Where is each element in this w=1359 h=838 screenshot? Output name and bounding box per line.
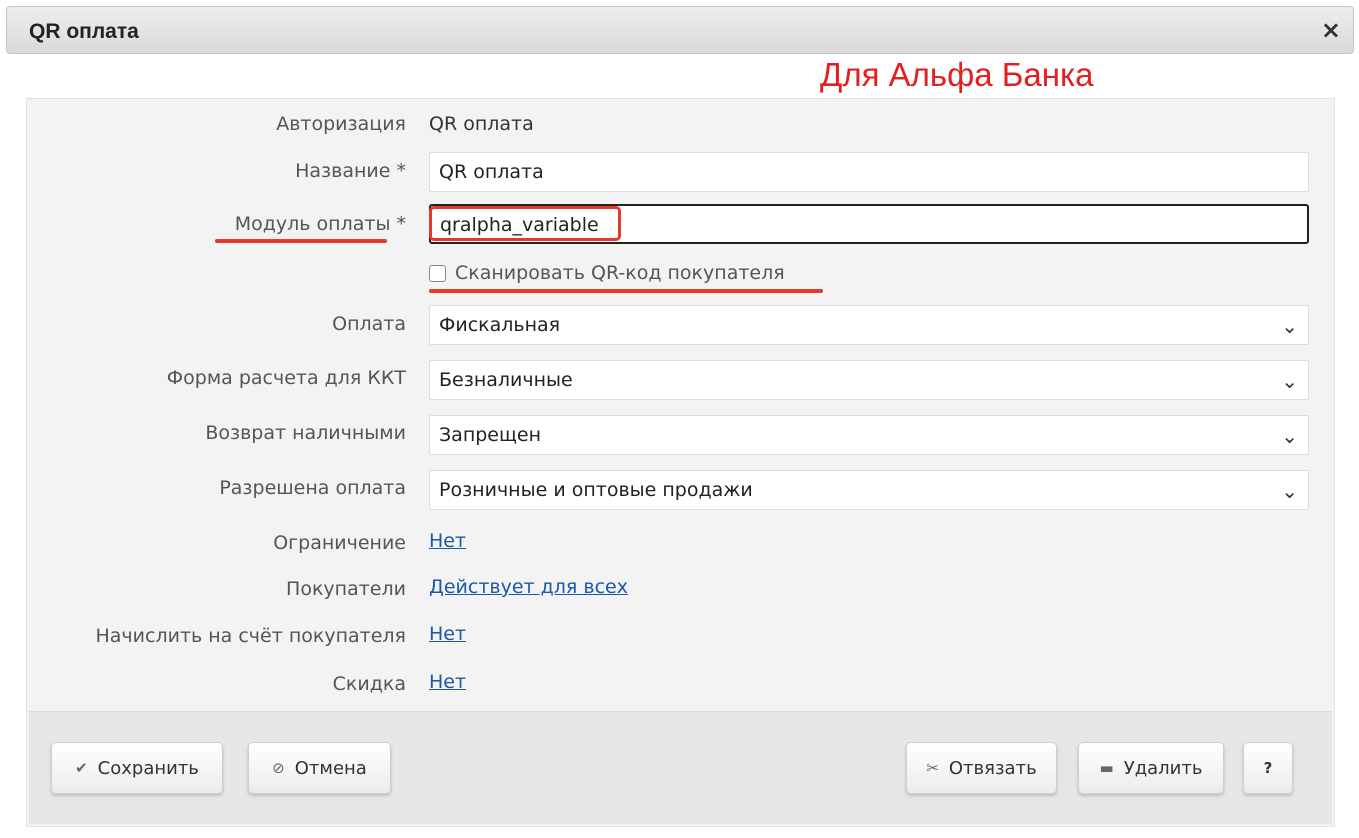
annotation-underline-scan bbox=[429, 289, 823, 293]
settlement-form-select-value: Безналичные bbox=[439, 369, 573, 391]
payment-select[interactable]: Фискальная ⌄ bbox=[429, 305, 1309, 345]
annotation-box-module bbox=[429, 206, 621, 241]
scissors-icon: ✂ bbox=[926, 759, 939, 777]
dialog-title: QR оплата bbox=[29, 20, 139, 43]
cancel-button-label: Отмена bbox=[294, 757, 367, 779]
cash-refund-label: Возврат наличными bbox=[205, 422, 406, 444]
allowed-payment-label: Разрешена оплата bbox=[219, 477, 406, 499]
chevron-down-icon: ⌄ bbox=[1281, 424, 1298, 448]
unbind-button[interactable]: ✂ Отвязать bbox=[906, 742, 1057, 794]
settlement-form-select[interactable]: Безналичные ⌄ bbox=[429, 360, 1309, 400]
allowed-payment-select-value: Розничные и оптовые продажи bbox=[439, 479, 753, 501]
name-input[interactable]: QR оплата bbox=[429, 152, 1309, 192]
annotation-underline-module bbox=[215, 239, 387, 243]
chevron-down-icon: ⌄ bbox=[1281, 479, 1298, 503]
payment-form: Авторизация QR оплата Название * QR опла… bbox=[27, 99, 1334, 711]
payment-label: Оплата bbox=[332, 313, 406, 335]
scan-qr-label[interactable]: Сканировать QR-код покупателя bbox=[455, 262, 785, 284]
annotation-text: Для Альфа Банка bbox=[820, 56, 1094, 93]
help-button[interactable]: ? bbox=[1243, 742, 1293, 794]
delete-button-label: Удалить bbox=[1123, 757, 1203, 779]
name-label: Название * bbox=[295, 160, 406, 182]
chevron-down-icon: ⌄ bbox=[1281, 314, 1298, 338]
delete-button[interactable]: ▬ Удалить bbox=[1078, 742, 1224, 794]
discount-label: Скидка bbox=[332, 673, 406, 695]
payment-select-value: Фискальная bbox=[439, 314, 561, 336]
authorization-label: Авторизация bbox=[276, 113, 406, 135]
unbind-button-label: Отвязать bbox=[948, 757, 1037, 779]
scan-qr-checkbox[interactable] bbox=[429, 265, 446, 282]
restriction-label: Ограничение bbox=[273, 532, 406, 554]
dialog-footer: ✔ Сохранить ⊘ Отмена ✂ Отвязать ▬ Удалит… bbox=[29, 711, 1332, 824]
check-icon: ✔ bbox=[75, 759, 88, 777]
cancel-icon: ⊘ bbox=[272, 759, 285, 777]
chevron-down-icon: ⌄ bbox=[1281, 369, 1298, 393]
save-button-label: Сохранить bbox=[97, 757, 199, 779]
customers-label: Покупатели bbox=[286, 578, 406, 600]
minus-icon: ▬ bbox=[1099, 759, 1114, 777]
discount-link[interactable]: Нет bbox=[429, 671, 466, 693]
settlement-form-label: Форма расчета для ККТ bbox=[166, 367, 406, 389]
payment-module-label: Модуль оплаты * bbox=[234, 213, 406, 235]
cash-refund-select[interactable]: Запрещен ⌄ bbox=[429, 415, 1309, 455]
dialog-titlebar: QR оплата × bbox=[6, 6, 1354, 54]
cash-refund-select-value: Запрещен bbox=[439, 424, 542, 446]
dialog-panel: Авторизация QR оплата Название * QR опла… bbox=[26, 98, 1335, 827]
close-icon[interactable]: × bbox=[1321, 16, 1341, 44]
customers-link[interactable]: Действует для всех bbox=[429, 576, 628, 598]
allowed-payment-select[interactable]: Розничные и оптовые продажи ⌄ bbox=[429, 470, 1309, 510]
credit-account-label: Начислить на счёт покупателя bbox=[95, 625, 407, 647]
restriction-link[interactable]: Нет bbox=[429, 530, 466, 552]
cancel-button[interactable]: ⊘ Отмена bbox=[248, 742, 391, 794]
save-button[interactable]: ✔ Сохранить bbox=[51, 742, 223, 794]
authorization-value: QR оплата bbox=[429, 113, 534, 135]
credit-account-link[interactable]: Нет bbox=[429, 623, 466, 645]
